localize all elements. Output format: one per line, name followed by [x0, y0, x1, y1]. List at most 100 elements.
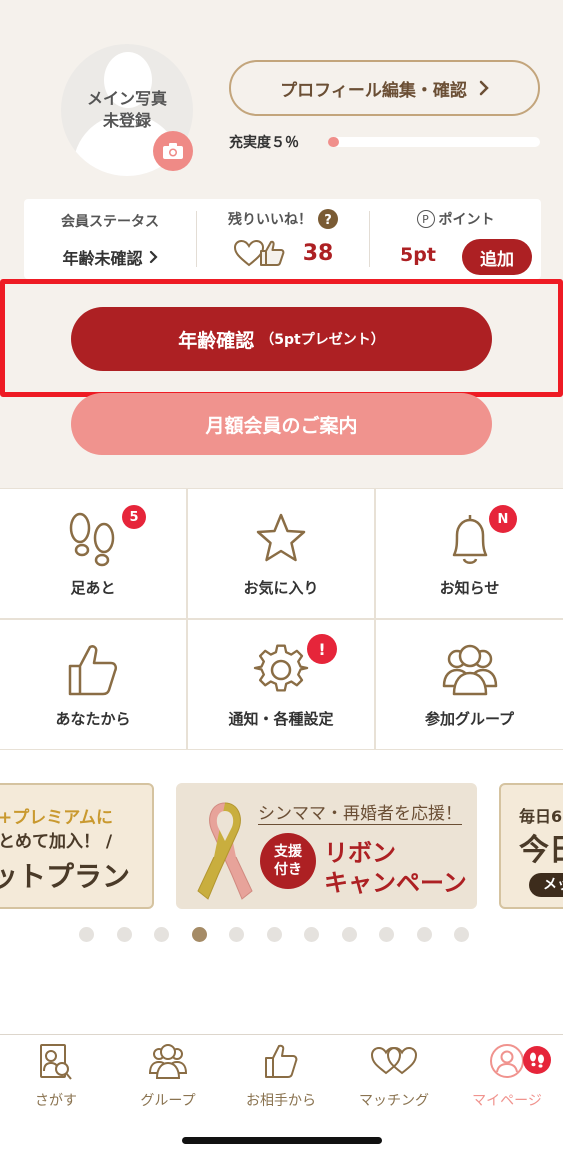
menu-favorites[interactable]: お気に入り [188, 489, 374, 618]
help-icon[interactable]: ? [318, 209, 338, 229]
tab-mypage-label: マイページ [472, 1093, 542, 1109]
points-label: ポイント [438, 212, 495, 228]
banner-left-line1: +プレミアムに [0, 808, 114, 828]
photo-placeholder-text: メイン写真 未登録 [61, 88, 193, 132]
double-heart-icon [370, 1046, 418, 1075]
tab-from-partner[interactable]: お相手から [225, 1043, 337, 1113]
from-you-label: あなたから [55, 710, 131, 728]
settings-badge: ! [307, 634, 337, 664]
age-verify-sub: （5ptプレゼント） [260, 332, 385, 348]
carousel-dot[interactable] [116, 927, 132, 942]
camera-button[interactable] [153, 131, 193, 171]
points-label-row: P ポイント [370, 209, 541, 229]
tab-mypage[interactable]: マイページ [451, 1043, 563, 1113]
camera-icon [163, 143, 183, 159]
ribbon-badge-line2: 付き [274, 862, 302, 878]
carousel-dot[interactable] [79, 927, 94, 942]
menu-notices[interactable]: N お知らせ [376, 489, 563, 618]
carousel-dots [0, 927, 563, 943]
menu-settings[interactable]: ! 通知・各種設定 [188, 620, 374, 749]
footprints-badge: 5 [122, 505, 146, 529]
thumbs-up-icon-wrap [0, 642, 186, 698]
notices-badge: N [489, 505, 517, 533]
member-status-value: 年齢未確認 [62, 249, 143, 268]
carousel-dot[interactable] [416, 927, 432, 942]
notices-label: お知らせ [439, 579, 500, 597]
monthly-member-button[interactable]: 月額会員のご案内 [71, 393, 492, 455]
likes-row: 38 [197, 239, 369, 267]
tab-from-partner-label: お相手から [246, 1093, 316, 1109]
chevron-right-icon [479, 80, 489, 96]
carousel-dot[interactable] [341, 927, 357, 942]
banner-premium-set[interactable]: +プレミアムに とめて加入！ / ットプラン [0, 783, 154, 909]
favorites-label: お気に入り [243, 579, 319, 597]
tab-group-label: グループ [140, 1093, 196, 1109]
carousel-dot[interactable] [454, 927, 469, 942]
ribbon-badge-line1: 支援 [274, 844, 302, 860]
fill-rate-progress [328, 137, 339, 147]
banner-left-line2: とめて加入！ / [0, 832, 113, 852]
groups-label: 参加グループ [424, 710, 515, 728]
photo-text-line1: メイン写真 [86, 89, 167, 108]
gear-icon [253, 644, 309, 692]
banner-ribbon-campaign[interactable]: シンママ・再婚者を応援！ 支援 付き リボン キャンペーン [176, 783, 477, 909]
thumbs-up-icon [265, 1044, 298, 1078]
add-points-button[interactable]: 追加 [462, 239, 532, 275]
thumbs-tab-icon-wrap [225, 1043, 337, 1079]
footprints-icon [530, 1052, 544, 1068]
thumbs-up-icon [68, 645, 118, 696]
tab-group[interactable]: グループ [112, 1043, 224, 1113]
user-circle-icon [490, 1044, 524, 1078]
carousel-dot[interactable] [154, 927, 169, 942]
chevron-right-icon [149, 250, 158, 264]
footprints-icon-wrap [0, 511, 186, 569]
search-profile-icon [40, 1044, 72, 1080]
thumbs-up-icon [259, 240, 285, 266]
star-icon [256, 513, 306, 562]
member-status-label: 会員ステータス [61, 214, 159, 230]
star-icon-wrap [188, 511, 374, 567]
footprints-label: 足あと [70, 579, 116, 597]
age-verify-label: 年齢確認 [178, 329, 255, 352]
likes-count: 38 [302, 240, 334, 266]
tab-search-label: さがす [35, 1093, 77, 1109]
mypage-footprints-badge [523, 1046, 551, 1074]
points-value: 5pt [400, 244, 436, 266]
carousel-dot[interactable] [229, 927, 244, 942]
age-verify-button[interactable]: 年齢確認 （5ptプレゼント） [71, 307, 492, 371]
fill-rate-label: 充実度５％ [229, 135, 299, 151]
carousel-dot[interactable] [266, 927, 282, 942]
points: P ポイント 5pt 追加 [370, 199, 541, 279]
banner-daily[interactable]: 毎日6 今日 メッ [499, 783, 563, 909]
menu-from-you[interactable]: あなたから [0, 620, 186, 749]
banner-right-line1: 毎日6 [519, 807, 563, 826]
photo-text-line2: 未登録 [102, 111, 151, 130]
member-status[interactable]: 会員ステータス 年齢未確認 [24, 199, 196, 279]
home-indicator [182, 1137, 382, 1144]
tab-matching-label: マッチング [359, 1093, 429, 1109]
banner-carousel[interactable]: +プレミアムに とめて加入！ / ットプラン シンママ・再婚者を応援！ 支援 付… [0, 783, 563, 911]
ribbon-badge: 支援 付き [260, 833, 316, 889]
tab-matching[interactable]: マッチング [338, 1043, 450, 1113]
carousel-dot[interactable] [304, 927, 319, 942]
profile-edit-button[interactable]: プロフィール編集・確認 [229, 60, 540, 116]
status-card: 会員ステータス 年齢未確認 残りいいね！ ? 38 P ポイント 5pt 追加 [24, 199, 541, 279]
group-icon-wrap [376, 642, 563, 698]
search-icon-wrap [0, 1043, 112, 1081]
member-status-row: 年齢未確認 [24, 245, 196, 269]
menu-groups[interactable]: 参加グループ [376, 620, 563, 749]
group-icon [148, 1044, 188, 1079]
likes-label-row: 残りいいね！ ? [197, 209, 369, 229]
footprints-icon [69, 512, 115, 567]
tab-search[interactable]: さがす [0, 1043, 112, 1113]
points-p-icon: P [416, 210, 435, 228]
menu-grid: 5 足あと お気に入り N お知らせ あなたから ! 通知・各種設定 参加グルー… [0, 488, 563, 750]
bell-icon-wrap [376, 511, 563, 569]
banner-right-button: メッ [529, 873, 563, 897]
svg-text:?: ? [324, 213, 332, 228]
settings-label: 通知・各種設定 [228, 710, 334, 728]
carousel-dot[interactable] [191, 927, 207, 942]
fill-rate-bar [328, 137, 540, 147]
carousel-dot[interactable] [379, 927, 394, 942]
menu-footprints[interactable]: 5 足あと [0, 489, 186, 618]
